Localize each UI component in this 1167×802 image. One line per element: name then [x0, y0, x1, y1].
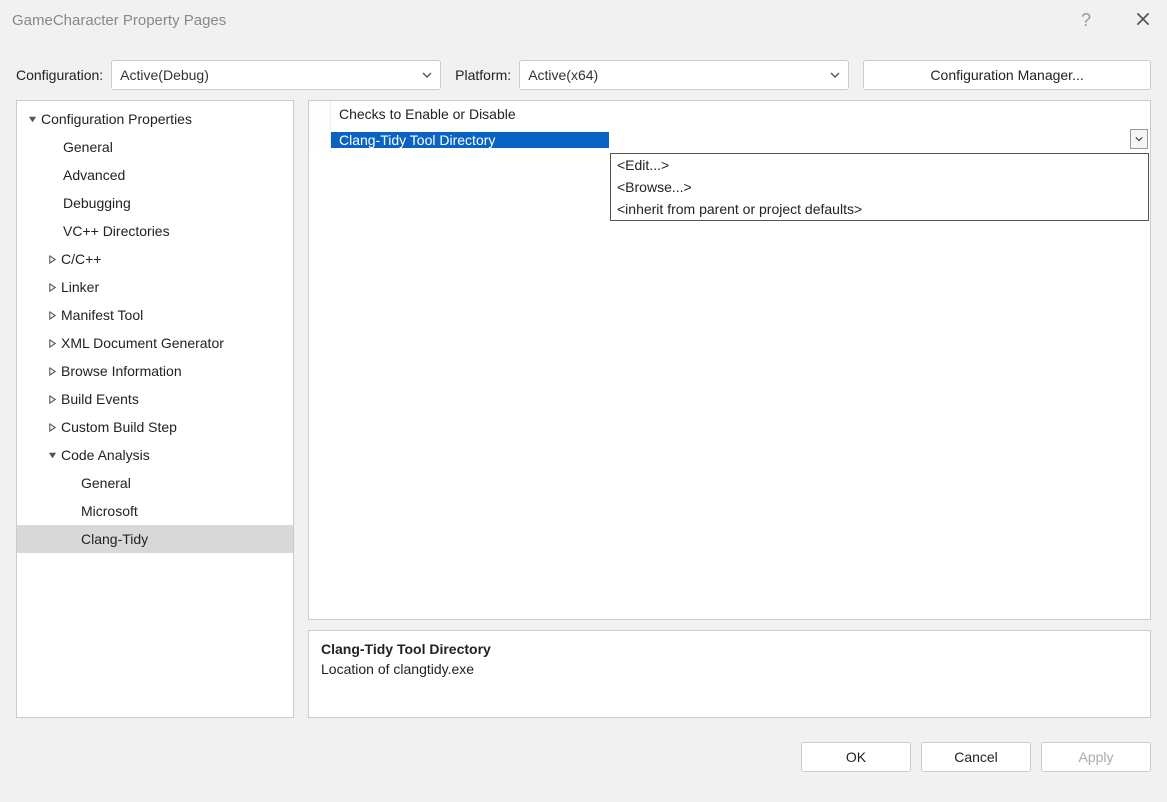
- right-panel: Checks to Enable or Disable Clang-Tidy To…: [308, 100, 1151, 718]
- platform-select[interactable]: Active(x64): [519, 60, 849, 90]
- nav-tree[interactable]: Configuration Properties General Advanced…: [16, 100, 294, 718]
- property-value[interactable]: [609, 127, 1150, 153]
- dropdown-option-edit[interactable]: <Edit...>: [611, 154, 1148, 176]
- tree-item[interactable]: Debugging: [17, 189, 293, 217]
- dropdown-option-browse[interactable]: <Browse...>: [611, 176, 1148, 198]
- description-panel: Clang-Tidy Tool Directory Location of cl…: [308, 630, 1151, 718]
- chevron-right-icon: [45, 283, 59, 292]
- property-row[interactable]: Clang-Tidy Tool Directory: [309, 127, 1150, 153]
- tree-item-label: VC++ Directories: [61, 223, 170, 239]
- tree-item-label: Code Analysis: [59, 447, 150, 463]
- chevron-down-icon: [25, 115, 39, 124]
- value-dropdown[interactable]: <Edit...> <Browse...> <inherit from pare…: [610, 153, 1149, 221]
- tree-item-label: Advanced: [61, 167, 125, 183]
- titlebar: GameCharacter Property Pages ?: [0, 0, 1167, 40]
- property-name: Clang-Tidy Tool Directory: [331, 132, 609, 148]
- config-manager-button[interactable]: Configuration Manager...: [863, 60, 1151, 90]
- property-row[interactable]: Checks to Enable or Disable: [309, 101, 1150, 127]
- help-icon[interactable]: ?: [1081, 10, 1091, 31]
- tree-item[interactable]: Manifest Tool: [17, 301, 293, 329]
- ok-button[interactable]: OK: [801, 742, 911, 772]
- close-icon[interactable]: [1131, 10, 1155, 31]
- tree-item[interactable]: Build Events: [17, 385, 293, 413]
- description-text: Location of clangtidy.exe: [321, 661, 1138, 677]
- chevron-right-icon: [45, 311, 59, 320]
- tree-root[interactable]: Configuration Properties: [17, 105, 293, 133]
- tree-item[interactable]: Clang-Tidy: [17, 525, 293, 553]
- tree-item[interactable]: Browse Information: [17, 357, 293, 385]
- configuration-label: Configuration:: [16, 67, 103, 83]
- property-name: Checks to Enable or Disable: [331, 106, 609, 122]
- tree-item[interactable]: Advanced: [17, 161, 293, 189]
- toolbar: Configuration: Active(Debug) Platform: A…: [0, 40, 1167, 100]
- platform-label: Platform:: [455, 67, 511, 83]
- tree-item-label: Manifest Tool: [59, 307, 143, 323]
- value-dropdown-button[interactable]: [1130, 129, 1148, 149]
- cancel-button[interactable]: Cancel: [921, 742, 1031, 772]
- tree-item-label: Clang-Tidy: [79, 531, 148, 547]
- tree-item-label: Microsoft: [79, 503, 138, 519]
- tree-item-label: Browse Information: [59, 363, 182, 379]
- chevron-right-icon: [45, 255, 59, 264]
- footer: OK Cancel Apply: [0, 730, 1167, 784]
- chevron-down-icon: [422, 67, 432, 83]
- apply-button[interactable]: Apply: [1041, 742, 1151, 772]
- platform-value: Active(x64): [528, 67, 598, 83]
- tree-item-label: General: [61, 139, 113, 155]
- tree-item[interactable]: Linker: [17, 273, 293, 301]
- tree-item-label: Build Events: [59, 391, 139, 407]
- property-grid[interactable]: Checks to Enable or Disable Clang-Tidy To…: [308, 100, 1151, 620]
- body: Configuration Properties General Advanced…: [0, 100, 1167, 730]
- tree-item-label: XML Document Generator: [59, 335, 224, 351]
- dropdown-option-inherit[interactable]: <inherit from parent or project defaults…: [611, 198, 1148, 220]
- tree-item-label: C/C++: [59, 251, 101, 267]
- chevron-down-icon: [830, 67, 840, 83]
- tree-item-label: General: [79, 475, 131, 491]
- chevron-right-icon: [45, 423, 59, 432]
- configuration-select[interactable]: Active(Debug): [111, 60, 441, 90]
- chevron-down-icon: [45, 451, 59, 460]
- tree-item-label: Linker: [59, 279, 99, 295]
- tree-item[interactable]: XML Document Generator: [17, 329, 293, 357]
- tree-item[interactable]: General: [17, 469, 293, 497]
- description-title: Clang-Tidy Tool Directory: [321, 641, 1138, 657]
- tree-item[interactable]: C/C++: [17, 245, 293, 273]
- tree-item[interactable]: Custom Build Step: [17, 413, 293, 441]
- tree-item-label: Custom Build Step: [59, 419, 177, 435]
- chevron-right-icon: [45, 367, 59, 376]
- tree-item[interactable]: VC++ Directories: [17, 217, 293, 245]
- property-value[interactable]: [609, 101, 1150, 127]
- tree-item[interactable]: Code Analysis: [17, 441, 293, 469]
- tree-item[interactable]: General: [17, 133, 293, 161]
- tree-item-label: Debugging: [61, 195, 131, 211]
- window-title: GameCharacter Property Pages: [12, 12, 1081, 29]
- chevron-right-icon: [45, 395, 59, 404]
- tree-item[interactable]: Microsoft: [17, 497, 293, 525]
- configuration-value: Active(Debug): [120, 67, 209, 83]
- chevron-right-icon: [45, 339, 59, 348]
